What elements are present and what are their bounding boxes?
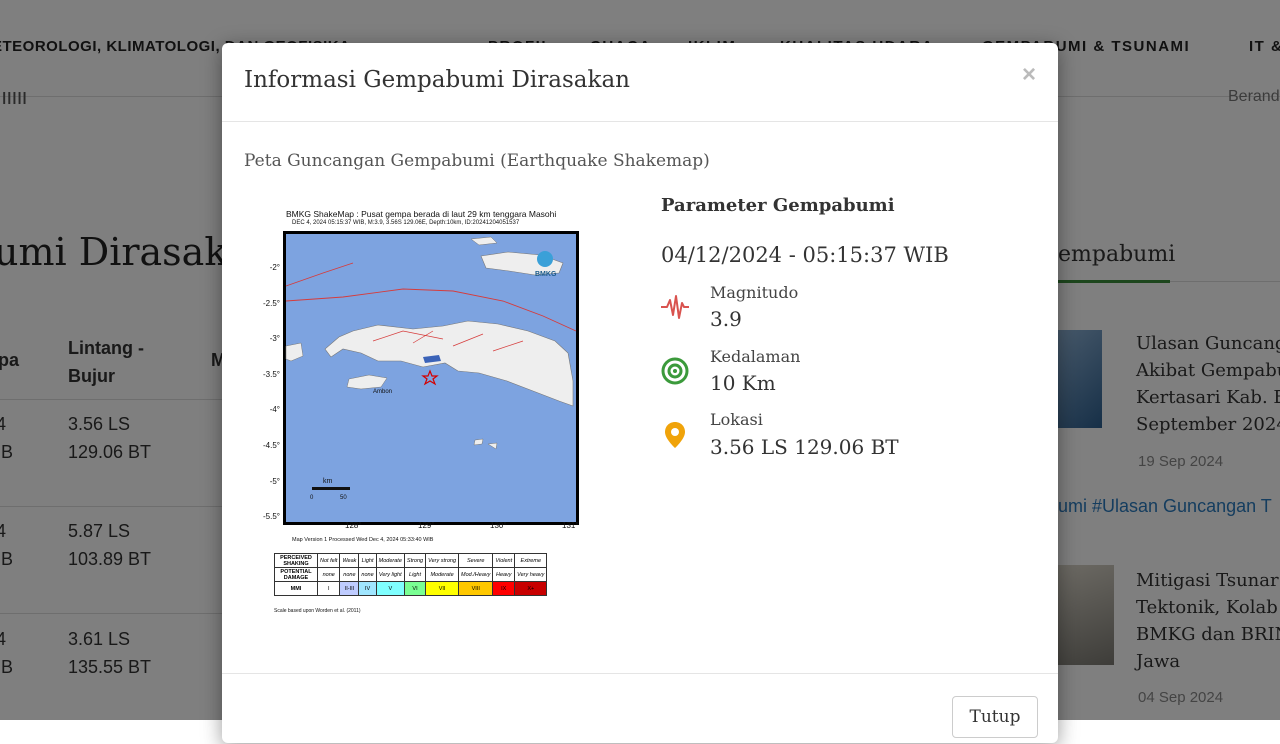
legend-cell: Severe [458,553,494,568]
map-version: Map Version 1 Processed Wed Dec 4, 2024 … [292,537,434,543]
map-island [473,438,484,446]
legend-cell: Extreme [514,553,548,568]
map-xtick: 128° [345,521,362,530]
mmi-cell: IV [358,581,377,596]
mmi-cell: X+ [514,581,548,596]
bmkg-logo [537,251,553,267]
legend-cell: none [316,567,341,582]
map-xtick: 130° [490,521,507,530]
map-xtick: 131° [562,521,579,530]
modal-footer: Tutup [222,673,1058,744]
legend-cell: Mod./Heavy [458,567,494,582]
map-ytick: -2° [269,263,280,272]
earthquake-info-modal: Informasi Gempabumi Dirasakan × Peta Gun… [222,43,1058,743]
depth-value: 10 Km [710,371,776,395]
legend-cell: Light [403,567,427,582]
mmi-cell: IX [492,581,516,596]
map-xtick: 129° [418,521,435,530]
map-ytick: -4° [269,405,280,414]
modal-title: Informasi Gempabumi Dirasakan [244,67,630,93]
ambon-label: Ambon [373,389,392,395]
shakemap-title: BMKG ShakeMap : Pusat gempa berada di la… [286,209,557,219]
close-button[interactable]: Tutup [952,696,1038,738]
legend-cell: Very light [375,567,405,582]
legend-cell: Weak [339,553,360,568]
section-title: Peta Guncangan Gempabumi (Earthquake Sha… [244,151,710,171]
legend-header: POTENTIAL DAMAGE [274,567,318,582]
legend-row-mmi: MMI I II-III IV V VI VII VIII IX X+ [274,581,548,596]
shakemap-image: BMKG ShakeMap : Pusat gempa berada di la… [252,203,592,623]
legend-header: PERCEIVED SHAKING [274,553,318,568]
bmkg-logo-text: BMKG [535,271,557,278]
map-ytick: -4.5° [263,441,280,450]
scale-bar [312,487,350,490]
legend-row-shaking: PERCEIVED SHAKING Not felt Weak Light Mo… [274,553,548,568]
close-icon[interactable]: × [1022,61,1036,89]
scale-note: Scale based upon Worden et al. (2011) [274,608,361,614]
shakemap-subtitle: DEC 4, 2024 05:15:37 WIB, M:3.9, 3.56S 1… [292,220,520,226]
scale-label: km [323,478,333,485]
legend-cell: Very heavy [514,567,548,582]
event-datetime: 04/12/2024 - 05:15:37 WIB [661,243,949,267]
magnitude-value: 3.9 [710,307,742,331]
depth-label: Kedalaman [710,347,801,366]
depth-rings-icon [661,357,689,385]
location-value: 3.56 LS 129.06 BT [710,435,899,459]
map-ytick: -5° [269,477,280,486]
location-label: Lokasi [710,410,763,429]
legend-cell: none [358,567,377,582]
seismograph-icon [661,295,689,319]
mmi-cell: I [316,581,341,596]
legend-cell: Moderate [375,553,405,568]
legend-row-damage: POTENTIAL DAMAGE none none none Very lig… [274,567,548,582]
legend-cell: Heavy [492,567,516,582]
legend-cell: Strong [403,553,427,568]
legend-cell: none [339,567,360,582]
mmi-legend: PERCEIVED SHAKING Not felt Weak Light Mo… [274,553,548,596]
legend-cell: Violent [492,553,516,568]
scale-tick: 50 [340,495,347,501]
location-pin-icon [665,422,685,448]
map-ytick: -5.5° [263,512,280,521]
mmi-cell: VII [425,581,460,596]
map-ytick: -3.5° [263,370,280,379]
mmi-cell: VI [403,581,427,596]
legend-cell: Very strong [425,553,460,568]
legend-cell: Not felt [316,553,341,568]
shakemap-map: BMKG Ambon km 0 50 [283,231,579,525]
modal-header: Informasi Gempabumi Dirasakan × [222,43,1058,122]
map-ytick: -3° [269,334,280,343]
legend-header: MMI [274,581,318,596]
mmi-cell: II-III [339,581,360,596]
legend-cell: Light [358,553,377,568]
magnitude-label: Magnitudo [710,283,799,302]
legend-cell: Moderate [425,567,460,582]
map-ytick: -2.5° [263,299,280,308]
mmi-cell: VIII [458,581,494,596]
mmi-cell: V [375,581,405,596]
parameters-title: Parameter Gempabumi [661,195,895,216]
